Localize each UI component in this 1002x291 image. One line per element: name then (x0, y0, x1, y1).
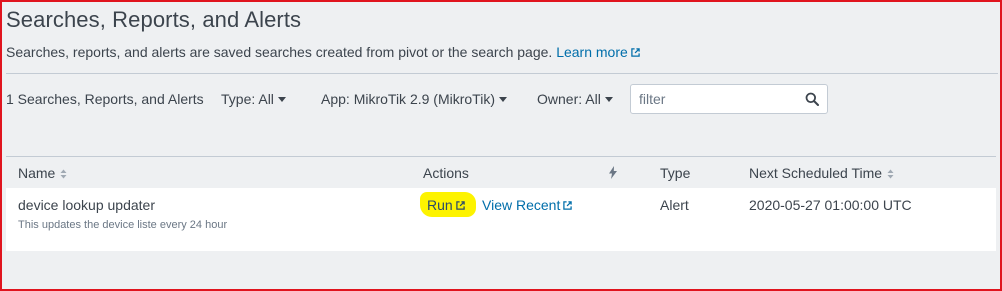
page-title: Searches, Reports, and Alerts (6, 7, 302, 32)
filter-search-box (630, 84, 828, 114)
app-filter-dropdown[interactable]: App: MikroTik 2.9 (MikroTik) (321, 91, 507, 107)
column-next-scheduled-label: Next Scheduled Time (749, 165, 883, 181)
app-filter-label: App: MikroTik 2.9 (MikroTik) (321, 91, 495, 107)
column-header-actions: Actions (423, 165, 469, 181)
description-text: Searches, reports, and alerts are saved … (6, 44, 553, 60)
type-filter-dropdown[interactable]: Type: All (221, 91, 286, 107)
row-name: device lookup updater (18, 197, 155, 213)
filter-input[interactable] (631, 85, 807, 113)
external-link-icon (455, 201, 465, 210)
table-header: Name Actions Type Next Scheduled Time (6, 157, 996, 188)
owner-filter-dropdown[interactable]: Owner: All (537, 91, 613, 107)
run-label: Run (427, 197, 453, 213)
saved-searches-table: Name Actions Type Next Scheduled Time de… (6, 156, 996, 251)
type-filter-label: Type: All (221, 91, 274, 107)
learn-more-label: Learn more (556, 44, 628, 60)
caret-down-icon (498, 97, 507, 102)
header-divider (6, 73, 998, 74)
search-icon[interactable] (805, 92, 819, 106)
sort-icon (887, 169, 894, 179)
external-link-icon (563, 201, 573, 210)
owner-filter-label: Owner: All (537, 91, 601, 107)
sort-icon (60, 169, 67, 179)
lightning-icon (609, 166, 617, 179)
view-recent-link[interactable]: View Recent (482, 197, 573, 213)
result-count: 1 Searches, Reports, and Alerts (6, 91, 204, 107)
column-name-label: Name (18, 165, 56, 181)
row-next-scheduled: 2020-05-27 01:00:00 UTC (749, 197, 912, 213)
external-link-icon (631, 48, 640, 57)
learn-more-link[interactable]: Learn more (556, 44, 640, 60)
run-link[interactable]: Run (427, 197, 465, 213)
row-type: Alert (660, 197, 689, 213)
column-header-name[interactable]: Name (18, 165, 67, 181)
column-header-next-scheduled[interactable]: Next Scheduled Time (749, 165, 894, 181)
caret-down-icon (277, 97, 286, 102)
row-description: This updates the device liste every 24 h… (18, 219, 228, 231)
column-header-type: Type (660, 165, 691, 181)
caret-down-icon (604, 97, 613, 102)
page-description: Searches, reports, and alerts are saved … (6, 44, 640, 60)
view-recent-label: View Recent (482, 197, 561, 213)
